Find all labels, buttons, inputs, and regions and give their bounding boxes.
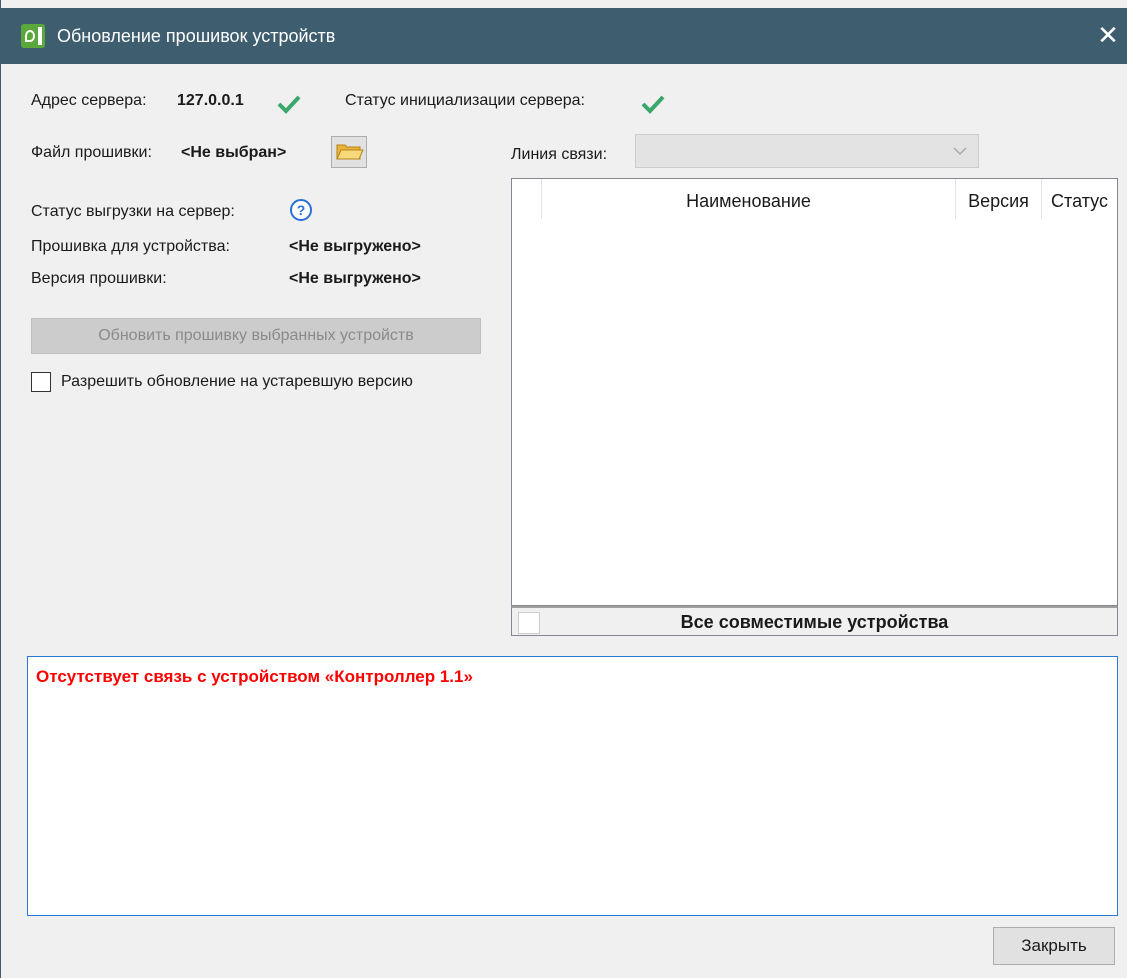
firmware-version-label: Версия прошивки: — [31, 270, 167, 287]
allow-downgrade-label: Разрешить обновление на устаревшую верси… — [61, 373, 413, 390]
server-init-ok-icon — [641, 95, 665, 114]
comm-line-label: Линия связи: — [511, 146, 608, 163]
device-firmware-value: <Не выгружено> — [289, 238, 421, 255]
upload-status-label: Статус выгрузки на сервер: — [31, 203, 235, 220]
chevron-down-icon — [953, 147, 967, 156]
firmware-file-label: Файл прошивки: — [31, 144, 152, 161]
close-button[interactable]: Закрыть — [993, 927, 1115, 965]
server-init-status-label: Статус инициализации сервера: — [345, 92, 585, 109]
update-firmware-button[interactable]: Обновить прошивку выбранных устройств — [31, 318, 481, 354]
close-window-icon[interactable]: ✕ — [1094, 21, 1122, 49]
server-address-ok-icon — [277, 95, 301, 114]
device-table[interactable]: Наименование Версия Статус — [511, 178, 1118, 606]
browse-firmware-button[interactable] — [331, 136, 367, 168]
help-icon[interactable]: ? — [289, 198, 313, 222]
all-compatible-devices-label: Все совместимые устройства — [680, 612, 949, 632]
window-title: Обновление прошивок устройств — [57, 26, 336, 46]
device-firmware-label: Прошивка для устройства: — [31, 238, 230, 255]
firmware-file-value: <Не выбран> — [181, 144, 287, 161]
log-panel[interactable]: Отсутствует связь с устройством «Контрол… — [27, 656, 1118, 916]
allow-downgrade-checkbox[interactable] — [31, 372, 51, 392]
svg-text:?: ? — [297, 202, 306, 218]
server-address-value: 127.0.0.1 — [177, 92, 244, 109]
firmware-version-value: <Не выгружено> — [289, 270, 421, 287]
log-message: Отсутствует связь с устройством «Контрол… — [36, 667, 473, 686]
table-header-name[interactable]: Наименование — [542, 179, 956, 219]
firmware-update-window: Обновление прошивок устройств ✕ Адрес се… — [0, 0, 1127, 978]
server-address-label: Адрес сервера: — [31, 92, 147, 109]
title-bar: Обновление прошивок устройств ✕ — [1, 8, 1127, 64]
table-footer: Все совместимые устройства — [511, 606, 1118, 636]
comm-line-select[interactable] — [635, 134, 979, 168]
table-header-version[interactable]: Версия — [956, 179, 1042, 219]
table-header-status[interactable]: Статус — [1042, 179, 1117, 219]
folder-open-icon — [336, 144, 364, 160]
app-icon — [21, 24, 45, 48]
table-header-check[interactable] — [512, 179, 542, 219]
